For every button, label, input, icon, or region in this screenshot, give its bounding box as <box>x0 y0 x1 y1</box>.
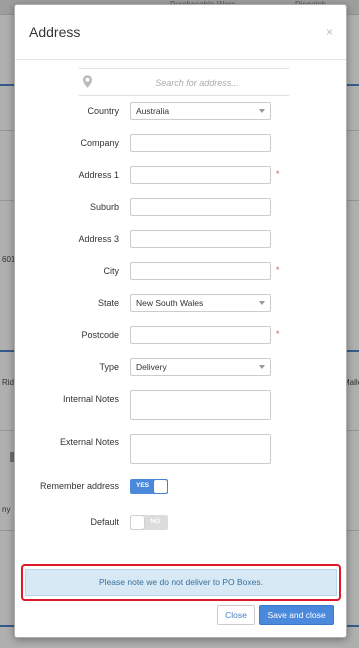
city-input[interactable] <box>130 262 271 280</box>
chevron-down-icon <box>259 301 265 305</box>
country-select[interactable]: Australia <box>130 102 271 120</box>
external-notes-label: External Notes <box>59 437 119 447</box>
default-toggle[interactable]: NO <box>130 515 168 530</box>
internal-notes-label: Internal Notes <box>62 394 119 404</box>
required-marker: * <box>276 169 280 179</box>
address-search-input[interactable] <box>105 73 289 93</box>
close-icon[interactable]: × <box>326 25 333 39</box>
dialog-header: Address × <box>15 5 346 60</box>
company-label: Company <box>80 138 119 148</box>
toggle-knob <box>131 516 144 529</box>
type-value: Delivery <box>136 362 167 372</box>
suburb-input[interactable] <box>130 198 271 216</box>
remember-address-label: Remember address <box>39 481 119 491</box>
country-label: Country <box>87 106 119 116</box>
address-search <box>79 68 289 96</box>
toggle-state-text: YES <box>136 482 150 489</box>
address3-input[interactable] <box>130 230 271 248</box>
required-marker: * <box>276 265 280 275</box>
default-label: Default <box>90 517 119 527</box>
city-label: City <box>103 266 120 276</box>
close-button[interactable]: Close <box>217 605 255 625</box>
address1-label: Address 1 <box>78 170 119 180</box>
address3-label: Address 3 <box>78 234 119 244</box>
chevron-down-icon <box>259 365 265 369</box>
po-box-notice: Please note we do not deliver to PO Boxe… <box>25 569 337 596</box>
map-marker-icon <box>83 75 92 88</box>
postcode-label: Postcode <box>81 330 119 340</box>
address1-input[interactable] <box>130 166 271 184</box>
postcode-input[interactable] <box>130 326 271 344</box>
internal-notes-textarea[interactable] <box>130 390 271 420</box>
dialog-title: Address <box>29 24 81 40</box>
external-notes-textarea[interactable] <box>130 434 271 464</box>
chevron-down-icon <box>259 109 265 113</box>
required-marker: * <box>276 329 280 339</box>
save-and-close-button[interactable]: Save and close <box>259 605 334 625</box>
suburb-label: Suburb <box>89 202 119 212</box>
type-label: Type <box>99 362 119 372</box>
toggle-knob <box>154 480 167 493</box>
type-select[interactable]: Delivery <box>130 358 271 376</box>
remember-address-toggle[interactable]: YES <box>130 479 168 494</box>
state-value: New South Wales <box>136 298 204 308</box>
notice-highlight: Please note we do not deliver to PO Boxe… <box>21 564 341 601</box>
address-dialog: Address × Country Australia Company Addr… <box>14 4 347 638</box>
company-input[interactable] <box>130 134 271 152</box>
toggle-state-text: NO <box>150 518 160 525</box>
state-select[interactable]: New South Wales <box>130 294 271 312</box>
country-value: Australia <box>136 106 170 116</box>
state-label: State <box>97 298 119 308</box>
